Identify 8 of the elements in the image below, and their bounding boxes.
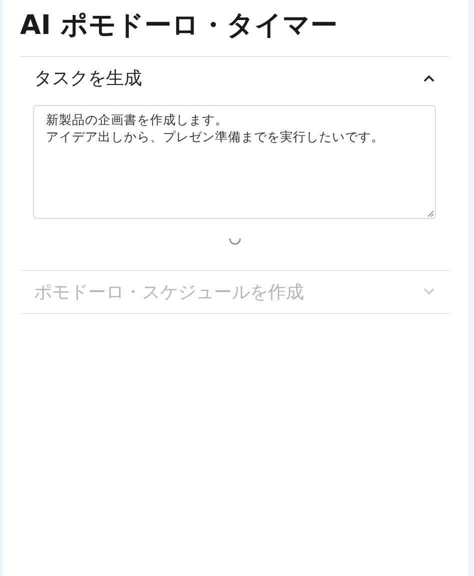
page-title: AI ポモドーロ・タイマー: [20, 9, 338, 43]
input-text-line: アイデア出しから、プレゼン準備までを実行したいです。: [46, 128, 384, 145]
chevron-up-icon: [423, 74, 435, 82]
task-input-field[interactable]: 新製品の企画書を作成します。 アイデア出しから、プレゼン準備までを実行したいです。: [33, 105, 436, 219]
resize-grip-icon[interactable]: [427, 210, 434, 217]
chevron-down-icon: [423, 288, 435, 296]
section-header[interactable]: タスクを生成: [20, 57, 449, 99]
input-text-line: 新製品の企画書を作成します。: [46, 111, 228, 128]
